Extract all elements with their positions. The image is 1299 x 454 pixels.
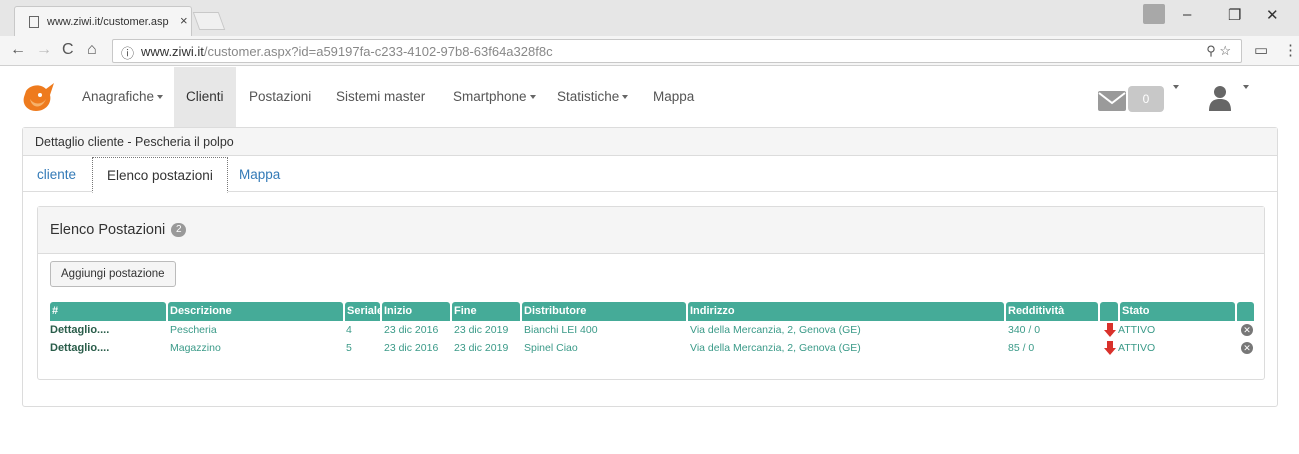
info-icon: ⓘ xyxy=(121,46,135,61)
nav-mappa-label: Mappa xyxy=(653,89,695,104)
remove-icon[interactable]: ✕ xyxy=(1241,324,1253,336)
browser-tab[interactable]: www.ziwi.it/customer.asp × xyxy=(14,6,192,36)
browser-profile-icon[interactable] xyxy=(1143,4,1165,24)
col-header-indirizzo[interactable]: Indirizzo xyxy=(688,302,1004,321)
postazioni-panel: Elenco Postazioni 2 Aggiungi postazione … xyxy=(37,206,1265,380)
customer-detail-panel: Dettaglio cliente - Pescheria il polpo c… xyxy=(22,127,1278,407)
envelope-icon[interactable] xyxy=(1097,90,1127,112)
cell-stato: ATTIVO xyxy=(1118,324,1156,336)
window-close-icon[interactable]: ✕ xyxy=(1266,6,1279,24)
tab-close-icon[interactable]: × xyxy=(180,13,188,28)
browser-tab-title: www.ziwi.it/customer.asp xyxy=(47,16,169,28)
postazioni-table: # Descrizione Seriale Inizio Fine Distri… xyxy=(50,302,1254,357)
caret-down-icon[interactable] xyxy=(1173,85,1179,89)
menu-dots-icon[interactable]: ⋮ xyxy=(1283,41,1298,59)
cell-inizio: 23 dic 2016 xyxy=(384,324,439,336)
col-header-hash[interactable]: # xyxy=(50,302,166,321)
col-header-distributore[interactable]: Distributore xyxy=(522,302,686,321)
bookmark-star-icon[interactable]: ⚲ ☆ xyxy=(1206,43,1231,59)
arrow-down-icon xyxy=(1104,323,1116,337)
new-tab-button[interactable] xyxy=(192,12,226,30)
col-header-descrizione[interactable]: Descrizione xyxy=(168,302,343,321)
cell-seriale: 5 xyxy=(346,342,352,354)
table-header: # Descrizione Seriale Inizio Fine Distri… xyxy=(50,302,1254,321)
cell-indirizzo: Via della Mercanzia, 2, Genova (GE) xyxy=(690,324,861,336)
url-path: /customer.aspx?id=a59197fa-c233-4102-97b… xyxy=(203,44,553,59)
cell-descrizione: Pescheria xyxy=(170,324,217,336)
maximize-icon[interactable]: ❐ xyxy=(1228,6,1241,24)
cell-inizio: 23 dic 2016 xyxy=(384,342,439,354)
add-postazione-button[interactable]: Aggiungi postazione xyxy=(50,261,176,287)
cell-fine: 23 dic 2019 xyxy=(454,324,509,336)
nav-anagrafiche[interactable]: Anagrafiche xyxy=(82,89,164,104)
cell-indirizzo: Via della Mercanzia, 2, Genova (GE) xyxy=(690,342,861,354)
tab-elenco-postazioni[interactable]: Elenco postazioni xyxy=(92,157,228,193)
col-header-seriale[interactable]: Seriale xyxy=(345,302,383,321)
postazioni-count-badge: 2 xyxy=(171,223,187,238)
cell-redditivita: 340 / 0 xyxy=(1008,324,1041,336)
nav-statistiche-label: Statistiche xyxy=(557,89,620,104)
table-row: Dettaglio.... Pescheria 4 23 dic 2016 23… xyxy=(50,321,1254,339)
postazioni-title: Elenco Postazioni xyxy=(50,222,166,238)
caret-down-icon xyxy=(157,95,164,100)
table-row: Dettaglio.... Magazzino 5 23 dic 2016 23… xyxy=(50,339,1254,357)
nav-smartphone-label: Smartphone xyxy=(453,89,527,104)
back-icon[interactable]: ← xyxy=(10,41,26,59)
col-header-stato[interactable]: Stato xyxy=(1120,302,1235,321)
nav-statistiche[interactable]: Statistiche xyxy=(557,89,629,104)
caret-down-icon xyxy=(529,95,536,100)
nav-anagrafiche-label: Anagrafiche xyxy=(82,89,155,104)
nav-postazioni-label: Postazioni xyxy=(249,89,312,104)
col-header-redditivita[interactable]: Redditività xyxy=(1006,302,1098,321)
cell-distributore: Bianchi LEI 400 xyxy=(524,324,598,336)
browser-toolbar: ← → C ⌂ ⓘ www.ziwi.it/customer.aspx?id=a… xyxy=(0,36,1299,66)
nav-mappa[interactable]: Mappa xyxy=(653,89,694,104)
postazioni-heading: Elenco Postazioni 2 xyxy=(38,207,1264,254)
nav-clienti[interactable]: Clienti xyxy=(174,67,236,127)
tab-cliente[interactable]: cliente xyxy=(23,157,90,192)
nav-sistemi-master-label: Sistemi master xyxy=(336,89,426,104)
cell-stato: ATTIVO xyxy=(1118,342,1156,354)
cast-icon[interactable]: ▭ xyxy=(1254,41,1268,59)
arrow-down-icon xyxy=(1104,341,1116,355)
dettaglio-link[interactable]: Dettaglio.... xyxy=(50,342,109,354)
col-header-inizio[interactable]: Inizio xyxy=(382,302,450,321)
user-icon[interactable] xyxy=(1208,84,1232,112)
browser-tabstrip: www.ziwi.it/customer.asp × – ❐ ✕ xyxy=(0,0,1299,36)
url-host: www.ziwi.it xyxy=(141,44,204,59)
panel-title: Dettaglio cliente - Pescheria il polpo xyxy=(23,128,1277,156)
nav-clienti-label: Clienti xyxy=(186,89,224,104)
address-bar[interactable]: ⓘ www.ziwi.it/customer.aspx?id=a59197fa-… xyxy=(112,39,1242,63)
fox-logo-icon[interactable] xyxy=(20,81,60,115)
nav-sistemi-master[interactable]: Sistemi master xyxy=(336,89,425,104)
detail-tabs: cliente Elenco postazioni Mappa xyxy=(23,157,1277,193)
mail-count-badge[interactable]: 0 xyxy=(1128,86,1164,112)
cell-redditivita: 85 / 0 xyxy=(1008,342,1035,354)
col-header-actions xyxy=(1237,302,1254,321)
reload-icon[interactable]: C xyxy=(62,41,74,59)
col-header-arrow xyxy=(1100,302,1118,321)
cell-descrizione: Magazzino xyxy=(170,342,221,354)
cell-fine: 23 dic 2019 xyxy=(454,342,509,354)
tab-mappa[interactable]: Mappa xyxy=(225,157,294,192)
remove-icon[interactable]: ✕ xyxy=(1241,342,1253,354)
caret-down-icon xyxy=(622,95,629,100)
dettaglio-link[interactable]: Dettaglio.... xyxy=(50,324,109,336)
home-icon[interactable]: ⌂ xyxy=(87,41,97,59)
nav-postazioni[interactable]: Postazioni xyxy=(249,89,311,104)
col-header-fine[interactable]: Fine xyxy=(452,302,520,321)
cell-seriale: 4 xyxy=(346,324,352,336)
cell-distributore: Spinel Ciao xyxy=(524,342,578,354)
url-text: www.ziwi.it/customer.aspx?id=a59197fa-c2… xyxy=(141,44,553,59)
document-icon xyxy=(29,16,39,28)
app-navbar: Anagrafiche Clienti Postazioni Sistemi m… xyxy=(0,67,1299,127)
minimize-icon[interactable]: – xyxy=(1183,6,1191,23)
caret-down-icon[interactable] xyxy=(1243,85,1249,89)
forward-icon[interactable]: → xyxy=(36,41,52,59)
nav-smartphone[interactable]: Smartphone xyxy=(453,89,536,104)
